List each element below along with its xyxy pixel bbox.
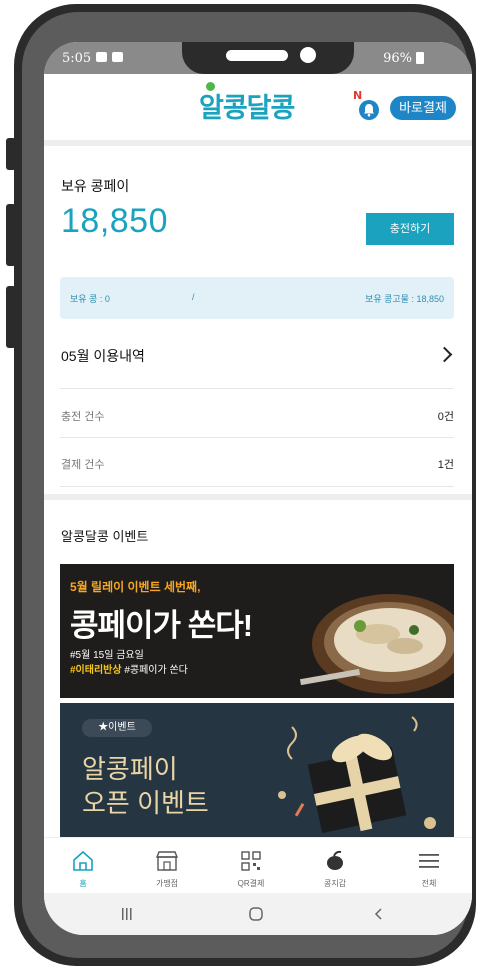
row-divider — [60, 388, 454, 389]
nav-qr[interactable]: QR결제 — [216, 838, 286, 894]
recent-apps-icon[interactable] — [120, 907, 134, 921]
nav-qr-label: QR결제 — [237, 879, 265, 888]
status-time: 5:05 — [62, 51, 92, 66]
banner-tags: #이태리반상 #콩페이가 쏜다 — [70, 661, 188, 676]
message-icon — [112, 52, 123, 62]
row-divider — [60, 486, 454, 487]
qr-icon — [241, 851, 261, 871]
banner2-line1: 알콩페이 — [82, 754, 178, 784]
nav-store[interactable]: 가맹점 — [132, 838, 202, 894]
battery-level: 96% — [383, 51, 412, 66]
phone-side-button — [6, 204, 16, 266]
charge-button[interactable]: 충전하기 — [366, 213, 454, 245]
banner-tag-rest: #콩페이가 쏜다 — [121, 665, 188, 676]
system-navigation-bar — [44, 893, 472, 935]
event-title: 알콩달콩 이벤트 — [61, 529, 149, 544]
banner-subtitle: 5월 릴레이 이벤트 세번째, — [70, 580, 201, 594]
row-divider — [60, 437, 454, 438]
nav-menu-label: 전체 — [421, 879, 437, 888]
banner-date: #5월 15일 금요일 — [70, 650, 144, 661]
back-icon[interactable] — [372, 907, 386, 921]
nav-bean-wallet[interactable]: 콩지갑 — [300, 838, 370, 894]
held-bean-amount: 보유 콩고물 : 18,850 — [365, 294, 444, 304]
menu-icon — [419, 854, 439, 868]
home-button-icon[interactable] — [248, 906, 264, 922]
held-beans: 보유 콩 : 0 — [70, 294, 110, 304]
chevron-right-icon[interactable] — [436, 346, 453, 363]
app-header: 알콩달콩 N 바로결제 — [44, 74, 472, 140]
phone-screen: 5:05 96% 알콩달콩 N 바로결제 보유 콩페이 18,850 충전하기 … — [44, 42, 472, 935]
info-divider: / — [192, 292, 195, 302]
nav-store-label: 가맹점 — [155, 879, 179, 888]
event-banner-kongpay[interactable]: 5월 릴레이 이벤트 세번째, 콩페이가 쏜다! #5월 15일 금요일 #이태… — [60, 564, 454, 698]
nav-menu[interactable]: 전체 — [394, 838, 464, 894]
bell-glyph-icon — [364, 104, 374, 117]
front-camera — [300, 47, 316, 63]
payment-count-label: 결제 건수 — [61, 459, 105, 471]
speaker-grille — [226, 50, 288, 61]
camera-notch — [182, 42, 354, 74]
phone-side-button — [6, 286, 16, 348]
gallery-icon — [96, 52, 107, 62]
bell-icon[interactable] — [359, 100, 379, 120]
banner-tag-highlight: #이태리반상 — [70, 665, 122, 676]
bottom-navigation: 홈 가맹점 QR결제 콩지갑 전체 — [44, 837, 472, 894]
banner-headline: 콩페이가 쏜다! — [70, 608, 253, 643]
balance-title: 보유 콩페이 — [61, 178, 130, 194]
bean-wallet-icon — [327, 850, 343, 870]
phone-side-button — [6, 138, 16, 170]
balance-amount: 18,850 — [61, 202, 168, 240]
event-badge: ★이벤트 — [82, 719, 152, 737]
event-banner-open[interactable]: ★이벤트 알콩페이 오픈 이벤트 — [60, 703, 454, 837]
charge-count-label: 충전 건수 — [61, 411, 105, 423]
direct-pay-button[interactable]: 바로결제 — [390, 96, 456, 120]
banner2-line2: 오픈 이벤트 — [82, 788, 209, 818]
section-divider — [44, 140, 472, 146]
store-icon — [155, 851, 179, 871]
app-logo[interactable]: 알콩달콩 — [199, 86, 295, 125]
payment-count-value: 1건 — [437, 459, 454, 471]
balance-info-box: 보유 콩 : 0 / 보유 콩고물 : 18,850 — [60, 277, 454, 319]
battery-icon — [416, 52, 424, 64]
nav-home-label: 홈 — [79, 879, 87, 888]
charge-count-value: 0건 — [437, 411, 454, 423]
usage-title[interactable]: 05월 이용내역 — [61, 346, 145, 366]
nav-bean-wallet-label: 콩지갑 — [323, 879, 347, 888]
section-divider — [44, 494, 472, 500]
home-icon — [73, 850, 93, 871]
nav-home[interactable]: 홈 — [48, 838, 118, 894]
